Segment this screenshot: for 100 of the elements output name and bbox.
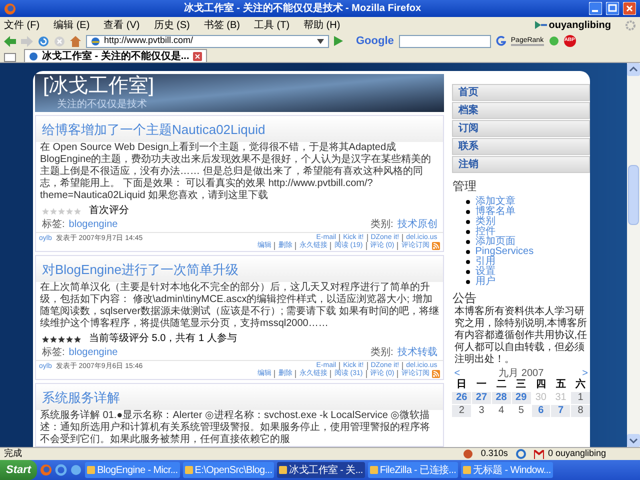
menu-item[interactable]: 工具 (T)	[254, 18, 290, 32]
go-icon[interactable]	[334, 36, 343, 46]
status-text: 完成	[4, 447, 23, 460]
back-arrow-icon[interactable]	[4, 36, 16, 46]
load-time: 0.310s	[480, 447, 508, 460]
section-heading: 公告	[452, 291, 478, 305]
mail-icon[interactable]	[534, 450, 544, 458]
category-label: 类别:	[370, 347, 394, 359]
taskbar-button[interactable]: E:\OpenSrc\Blog...	[182, 462, 274, 478]
search-field[interactable]	[398, 34, 491, 48]
weekday-label: 一	[475, 379, 488, 391]
previous-month-link[interactable]: <	[454, 368, 460, 379]
next-month-link[interactable]: >	[582, 368, 588, 379]
calendar-day[interactable]: 6	[532, 405, 550, 417]
scrollbar-thumb[interactable]	[628, 165, 639, 225]
page-icon	[29, 52, 38, 60]
bullet-icon	[466, 270, 470, 274]
close-icon[interactable]	[623, 2, 636, 15]
menu-item[interactable]: 查看 (V)	[104, 18, 140, 32]
dropdown-icon	[317, 38, 324, 44]
admin-link[interactable]: 引用	[475, 257, 496, 267]
taskbar-button[interactable]: 冰戈工作室 - 关...	[277, 462, 365, 478]
taskbar-button[interactable]: FileZilla - 已连接...	[368, 462, 458, 478]
tag-link[interactable]: blogengine	[68, 347, 118, 359]
post-body: 在上次简单汉化（主要是针对本地化不完全的部分）后，这几天又对程序进行了简单的升级，包括如下内容： 修改\admin\tinyMCE.ascx的编辑控件样式，以适应浏览器大小; 增加随笔阅读数，sqlserver数据源未做测试（应该是不行）; 需要请下载 如果有时间的吧，将继续维护这个博客程序，将提供随笔显示分页，支持mssql2000……	[39, 282, 440, 330]
calendar-day[interactable]: 7	[551, 405, 570, 417]
notice-text: 本博客所有资料供本人学习研究之用，除特别说明,本博客所有内容都遵循创作共用协议,任何人都可以自由转载，但必须注明出处！。	[453, 306, 588, 366]
menu-item[interactable]: 书签 (B)	[204, 18, 240, 32]
bullet-icon	[466, 240, 470, 244]
post-body: 系统服务详解 01.●显示名称：Alerter ◎进程名称：svchost.exe -k LocalService ◎微软描述：通知所选用户和计算机有关系统管理级警报。如果服务停止，使用管理警报的程序将不会受到它们。如果此服务被禁用，任何直接依赖它的服	[39, 410, 431, 446]
sidebar-nav-item[interactable]: 注销	[452, 156, 590, 173]
admin-link[interactable]: 类别	[475, 217, 496, 227]
calendar-day[interactable]: 26	[452, 392, 472, 404]
sidebar-nav-item[interactable]: 首页	[452, 84, 590, 101]
start-button[interactable]: Start	[0, 460, 38, 480]
site-subtitle: 关注的不仅仅是技术	[56, 98, 148, 112]
window-icon	[279, 466, 288, 474]
post-body: 在 Open Source Web Design上看到一个主题，觉得很不错，于是将其Adapted成BlogEngine的主题，费劲功夫改出来后发现效果不是很好，个人认为是汉字在某些精美的主题上倒是不很适应，没有办法…… 但是总归是做出来了，希望能有喜欢这种风格的同志，希望能用上。 下面是效果： 可以看真实的效果 http://www.pvtbill.com/?theme=Nautica02Liquid 如果您喜欢，请到这里下载	[39, 142, 432, 202]
tag-link[interactable]: blogengine	[68, 219, 118, 231]
calendar-month: 九月 2007	[498, 368, 544, 379]
star-rating[interactable]	[42, 208, 81, 214]
category-link[interactable]: 技术转载	[397, 347, 438, 359]
menu-item[interactable]: 帮助 (H)	[304, 18, 340, 32]
window-title: 冰戈工作室 - 关注的不能仅仅是技术 - Mozilla Firefox	[182, 1, 422, 16]
menu-item[interactable]: 编辑 (E)	[54, 18, 90, 32]
admin-link[interactable]: 博客名单	[475, 207, 516, 217]
browser-tab[interactable]: 冰戈工作室 - 关注的不能仅仅是...	[24, 49, 208, 62]
reload-icon[interactable]	[38, 36, 49, 46]
taskbar-button[interactable]: 无标题 - Window...	[461, 462, 553, 478]
menu-item[interactable]: 历史 (S)	[154, 18, 190, 32]
menu-item[interactable]: 文件 (F)	[4, 18, 40, 32]
bullet-icon	[466, 250, 470, 254]
admin-link[interactable]: PingServices	[475, 247, 534, 257]
post-title-link[interactable]: 系统服务详解	[42, 390, 120, 405]
category-link[interactable]: 技术原创	[397, 219, 438, 231]
stop-icon[interactable]	[54, 36, 65, 46]
window-icon	[87, 466, 96, 474]
bullet-icon	[466, 210, 470, 214]
admin-link[interactable]: 添加页面	[475, 237, 516, 247]
admin-link[interactable]: 添加文章	[475, 197, 516, 207]
calendar-day[interactable]: 1	[571, 392, 590, 404]
calendar-day[interactable]: 28	[492, 392, 511, 404]
scroll-down-icon[interactable]	[627, 434, 640, 447]
calendar-day[interactable]: 30	[532, 392, 550, 404]
address-field[interactable]: http://www.pvtbill.com/	[86, 34, 329, 48]
window-icon	[184, 466, 193, 474]
rss-icon[interactable]	[432, 370, 440, 378]
bullet-icon	[466, 220, 470, 224]
rss-icon[interactable]	[432, 242, 440, 250]
minimize-icon[interactable]	[589, 2, 602, 15]
scroll-up-icon[interactable]	[627, 63, 640, 76]
calendar-day[interactable]: 27	[472, 392, 491, 404]
close-tab-icon[interactable]	[193, 52, 202, 60]
taskbar-button[interactable]: BlogEngine - Micr...	[85, 462, 180, 478]
star-rating[interactable]	[42, 336, 81, 342]
weekday-label: 六	[574, 379, 587, 391]
calendar-day[interactable]: 8	[571, 405, 590, 417]
admin-link[interactable]: 用户	[475, 277, 496, 287]
status-dot-icon[interactable]	[548, 36, 559, 46]
maximize-icon[interactable]	[606, 2, 619, 15]
sidebar-nav-item[interactable]: 档案	[452, 102, 590, 119]
calendar-day[interactable]: 4	[492, 405, 511, 417]
scrollbar[interactable]	[627, 63, 640, 447]
new-tab-icon[interactable]	[4, 53, 16, 62]
calendar-day[interactable]: 29	[512, 392, 531, 404]
section-heading: 管理	[452, 179, 478, 193]
admin-link[interactable]: 控件	[475, 227, 496, 237]
home-icon[interactable]	[70, 36, 81, 46]
account-name[interactable]: ouyanglibing	[548, 18, 611, 32]
sidebar-nav-item[interactable]: 订阅	[452, 120, 590, 137]
page-icon	[91, 36, 100, 46]
calendar-day[interactable]: 5	[512, 405, 531, 417]
calendar-day[interactable]: 2	[452, 405, 472, 417]
tags-label: 标签:	[42, 219, 65, 231]
admin-link[interactable]: 设置	[475, 267, 496, 277]
bullet-icon	[466, 230, 470, 234]
bullet-icon	[466, 200, 470, 204]
weekday-label: 二	[495, 379, 508, 391]
calendar-day[interactable]: 3	[472, 405, 491, 417]
sidebar-nav-item[interactable]: 联系	[452, 138, 590, 155]
